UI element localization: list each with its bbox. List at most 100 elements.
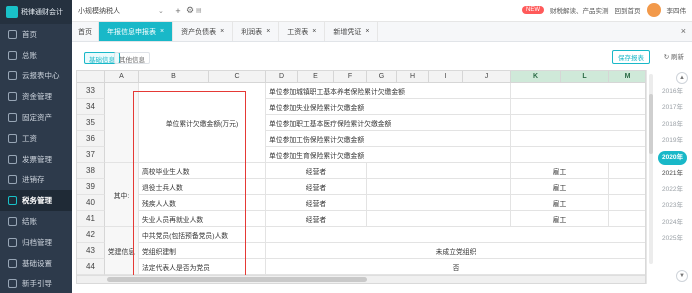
row-header[interactable]: 33 <box>77 83 105 99</box>
home-link[interactable]: 回到首页 <box>615 5 641 15</box>
chevron-up-icon[interactable]: ▲ <box>676 72 688 84</box>
column-header[interactable]: C <box>209 71 266 83</box>
tab-new-voucher[interactable]: 新增凭证 × <box>325 22 379 41</box>
row-header[interactable]: 44 <box>77 259 105 275</box>
column-header[interactable]: L <box>561 71 609 83</box>
year-item[interactable]: 2019年 <box>653 133 692 149</box>
sidebar-item-closing[interactable]: 结账 <box>0 211 72 232</box>
column-header[interactable]: H <box>397 71 429 83</box>
legal-rep-party-select[interactable]: 否 <box>266 259 645 275</box>
user-name[interactable]: 李四伟 <box>667 5 687 15</box>
row-header[interactable]: 34 <box>77 99 105 115</box>
operator-value-38[interactable] <box>367 163 511 179</box>
row-header[interactable]: 43 <box>77 243 105 259</box>
tab-salary-sheet[interactable]: 工资表 × <box>279 22 326 41</box>
cell-a-33-37[interactable] <box>105 83 139 163</box>
row-header[interactable]: 42 <box>77 227 105 243</box>
sidebar-item-salary[interactable]: 工资 <box>0 128 72 149</box>
operator-value-41[interactable] <box>367 211 511 227</box>
value-cell-35[interactable] <box>511 115 645 131</box>
sidebar-item-funds[interactable]: 资金管理 <box>0 86 72 107</box>
refresh-button[interactable]: ↻ 刷新 <box>664 51 684 61</box>
year-item[interactable]: 2025年 <box>653 231 692 247</box>
column-header[interactable]: B <box>139 71 209 83</box>
year-item[interactable]: 2023年 <box>653 198 692 214</box>
close-icon[interactable]: × <box>266 28 270 35</box>
column-header[interactable]: E <box>298 71 334 83</box>
close-icon[interactable]: × <box>365 28 369 35</box>
column-header[interactable]: J <box>463 71 511 83</box>
subtab-other-info[interactable]: 其他信息 <box>114 52 150 64</box>
add-icon[interactable]: + <box>172 6 184 16</box>
horizontal-scrollbar[interactable] <box>77 275 645 283</box>
sidebar-item-home[interactable]: 首页 <box>0 24 72 45</box>
save-report-button[interactable]: 保存报表 <box>612 50 650 64</box>
row-header[interactable]: 39 <box>77 179 105 195</box>
value-cell-37[interactable] <box>511 147 645 163</box>
operator-value-39[interactable] <box>367 179 511 195</box>
year-item[interactable]: 2016年 <box>653 84 692 100</box>
sidebar-item-invoices[interactable]: 发票管理 <box>0 149 72 170</box>
year-item[interactable]: 2024年 <box>653 215 692 231</box>
cell-label-38: 高校毕业生人数 <box>139 163 266 179</box>
company-selector[interactable]: 小规模纳税人 ⌄ <box>72 3 172 19</box>
avatar[interactable] <box>646 3 661 17</box>
sidebar-item-fixed-assets[interactable]: 固定资产 <box>0 107 72 128</box>
close-icon[interactable]: × <box>312 28 316 35</box>
close-all-tabs-icon[interactable]: × <box>681 26 686 36</box>
row-header[interactable]: 38 <box>77 163 105 179</box>
app-logo[interactable]: 税律通财会计 <box>0 0 72 24</box>
sidebar-item-report-center[interactable]: 云报表中心 <box>0 66 72 87</box>
chevron-down-icon[interactable]: ▼ <box>676 270 688 282</box>
row-header[interactable]: 40 <box>77 195 105 211</box>
app-root: { "app": { "logo_text": "税律通财会计", "compa… <box>0 0 692 293</box>
news-link[interactable]: 财税解读、产品实测 <box>550 5 609 15</box>
sidebar-item-settings[interactable]: 基础设置 <box>0 253 72 274</box>
employee-value-40[interactable] <box>609 195 645 211</box>
column-header[interactable]: A <box>105 71 139 83</box>
sidebar-item-guide[interactable]: 新手引导 <box>0 274 72 293</box>
row-header[interactable]: 37 <box>77 147 105 163</box>
value-cell-33[interactable] <box>511 83 645 99</box>
column-header[interactable]: I <box>429 71 463 83</box>
note-icon[interactable]: ▤ <box>196 7 202 14</box>
spreadsheet[interactable]: A B C D E F G H I J K L M 33 34 35 36 37… <box>76 70 646 284</box>
value-cell-34[interactable] <box>511 99 645 115</box>
tab-annual-report[interactable]: 年报信息申报表 × <box>99 22 174 41</box>
sidebar-item-ledger[interactable]: 总账 <box>0 45 72 66</box>
sidebar-item-tax[interactable]: 税务管理 <box>0 190 72 212</box>
year-item[interactable]: 2018年 <box>653 117 692 133</box>
row-header[interactable]: 36 <box>77 131 105 147</box>
row-header[interactable]: 41 <box>77 211 105 227</box>
column-header[interactable]: D <box>266 71 298 83</box>
qizhong-label: 其中: <box>105 163 139 227</box>
year-item[interactable]: 2017年 <box>653 100 692 116</box>
tab-balance-sheet[interactable]: 资产负债表 × <box>173 22 234 41</box>
scroll-thumb[interactable] <box>649 94 653 154</box>
vertical-scrollbar[interactable] <box>649 74 653 264</box>
scroll-thumb[interactable] <box>107 277 367 282</box>
column-header[interactable]: K <box>511 71 561 83</box>
year-item[interactable]: 2021年 <box>653 166 692 182</box>
column-header[interactable]: F <box>334 71 367 83</box>
year-item[interactable]: 2022年 <box>653 182 692 198</box>
tab-home[interactable]: 首页 <box>72 22 99 41</box>
grid-corner[interactable] <box>77 71 105 83</box>
value-cell-36[interactable] <box>511 131 645 147</box>
column-header[interactable]: G <box>367 71 397 83</box>
close-icon[interactable]: × <box>220 28 224 35</box>
settings-icon[interactable]: ⚙ <box>184 5 196 16</box>
column-header[interactable]: M <box>609 71 645 83</box>
tab-income-statement[interactable]: 利润表 × <box>233 22 280 41</box>
sidebar-item-archive[interactable]: 归档管理 <box>0 232 72 253</box>
operator-value-40[interactable] <box>367 195 511 211</box>
year-item-current[interactable]: 2020年 <box>658 150 687 165</box>
sidebar-item-inventory[interactable]: 进销存 <box>0 170 72 191</box>
row-header[interactable]: 35 <box>77 115 105 131</box>
close-icon[interactable]: × <box>160 28 164 35</box>
value-cell-42[interactable] <box>266 227 645 243</box>
party-org-select[interactable]: 未成立党组织 <box>266 243 645 259</box>
employee-value-38[interactable] <box>609 163 645 179</box>
employee-value-41[interactable] <box>609 211 645 227</box>
employee-value-39[interactable] <box>609 179 645 195</box>
